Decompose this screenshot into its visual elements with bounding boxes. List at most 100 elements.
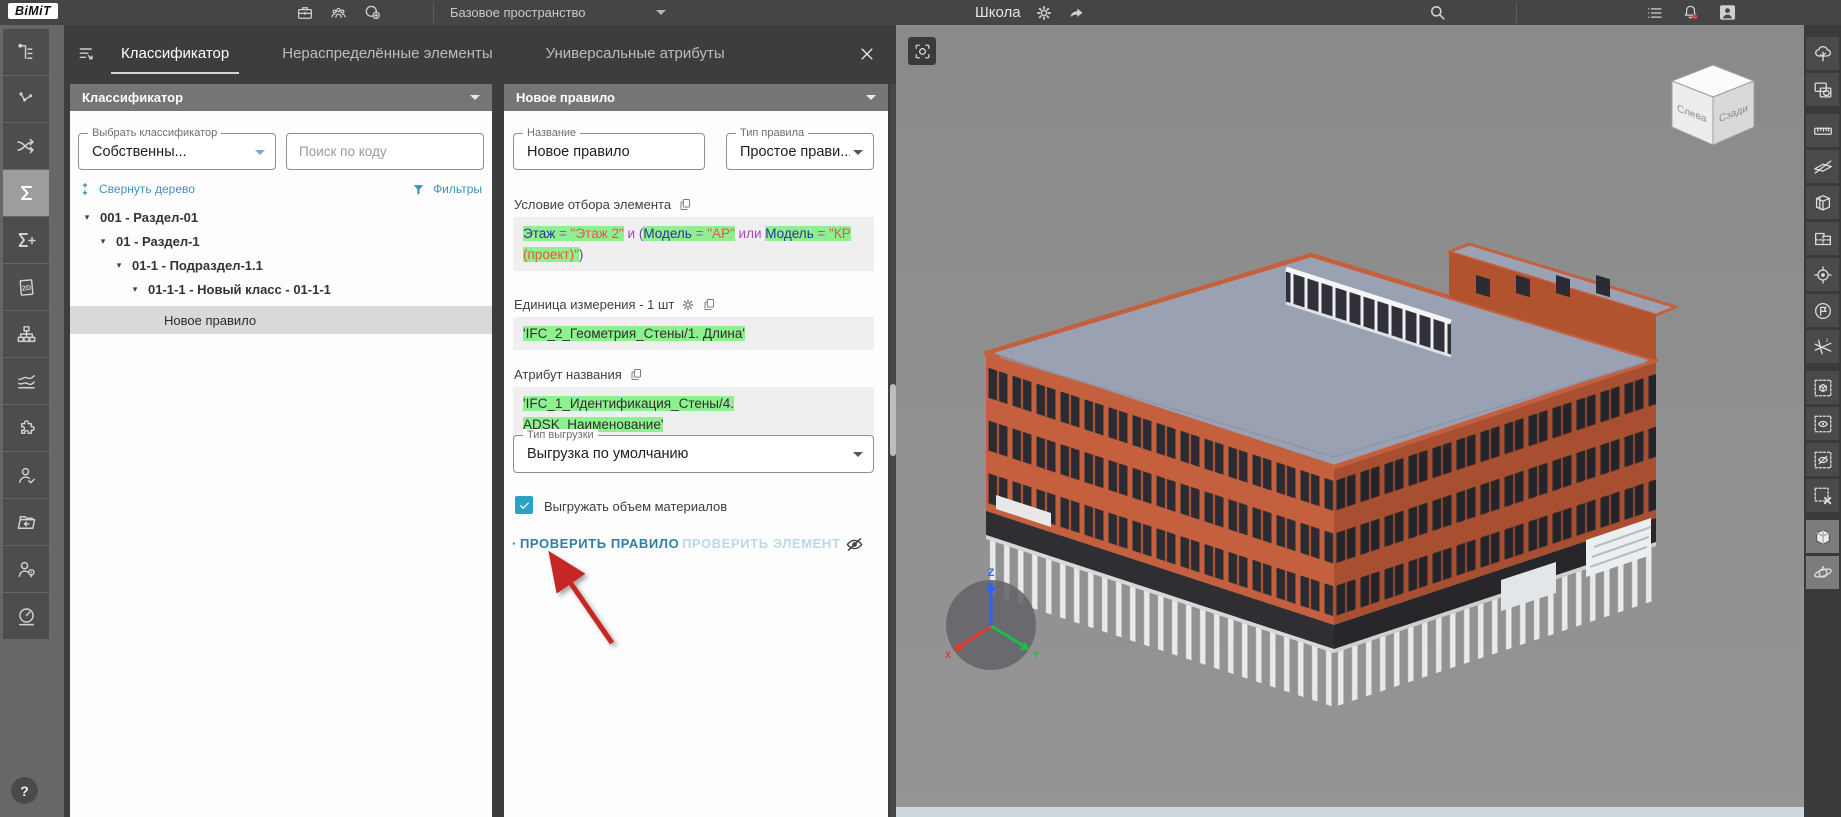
- copy-icon[interactable]: [629, 367, 644, 382]
- account-icon[interactable]: [1717, 3, 1738, 22]
- share-icon[interactable]: [1067, 4, 1086, 22]
- classifier-tree: ▾ 001 - Раздел-01 ▾ 01 - Раздел-1 ▾ 01-1 - По…: [70, 205, 492, 334]
- filters-label: Фильтры: [433, 182, 482, 196]
- check-rule-button[interactable]: ПРОВЕРИТЬ ПРАВИЛО: [512, 536, 679, 551]
- rule-panel-body: Название Новое правило Тип правила Прост…: [504, 111, 888, 817]
- folder-export-icon[interactable]: [3, 499, 49, 545]
- condition-segment-op: =: [691, 226, 708, 241]
- workspace-select[interactable]: Базовое пространство: [450, 0, 666, 25]
- tree-item[interactable]: ▾ 001 - Раздел-01: [70, 205, 492, 229]
- condition-segment-attr: Этаж: [523, 226, 556, 241]
- clear-selection-icon[interactable]: [1806, 479, 1839, 512]
- copy-icon[interactable]: [702, 297, 717, 312]
- orbit-icon[interactable]: [1806, 556, 1839, 589]
- axes-gizmo[interactable]: Z X Y: [931, 563, 1051, 683]
- classifier-panel-header[interactable]: Классификатор: [70, 84, 492, 111]
- tab-classifier[interactable]: Классификатор: [110, 39, 240, 74]
- focus-target-icon[interactable]: [1806, 258, 1839, 291]
- toggle-visibility-eye-off-icon[interactable]: [844, 534, 865, 555]
- charts-icon[interactable]: [3, 358, 49, 404]
- shuffle-icon[interactable]: [3, 123, 49, 169]
- code-search-input[interactable]: [286, 133, 484, 170]
- tree-expander-icon[interactable]: ▾: [98, 236, 108, 247]
- view-cube[interactable]: Слева Сзади: [1658, 59, 1768, 159]
- tab-universal-attributes[interactable]: Универсальные атрибуты: [544, 39, 727, 68]
- sum-add-icon[interactable]: [3, 217, 49, 263]
- environment-tree-icon[interactable]: [1806, 37, 1839, 70]
- tree-item-label: 01-1-1 - Новый класс - 01-1-1: [148, 281, 331, 297]
- filters-button[interactable]: Фильтры: [412, 182, 482, 196]
- materials-checkbox[interactable]: [515, 496, 533, 514]
- classifier-panel: Классификатор Выбрать классификатор Собс…: [70, 84, 492, 817]
- user-check-icon[interactable]: [3, 452, 49, 498]
- building-model[interactable]: [956, 195, 1736, 755]
- rule-panel-header[interactable]: Новое правило: [504, 84, 888, 111]
- solid-view-cube-icon[interactable]: [1806, 520, 1839, 553]
- export-type-select[interactable]: Тип выгрузки Выгрузка по умолчанию: [513, 429, 874, 473]
- plugins-icon[interactable]: [3, 405, 49, 451]
- condition-segment-attr: Модель: [765, 226, 814, 241]
- structure-icon[interactable]: [3, 311, 49, 357]
- top-bar-right-icons: [1645, 0, 1738, 25]
- search-icon[interactable]: [1428, 3, 1447, 22]
- menu-list-icon[interactable]: [1645, 4, 1664, 22]
- close-icon[interactable]: [858, 45, 876, 63]
- left-sidebar: 2D ?: [0, 25, 64, 817]
- condition-segment-plain: ): [578, 247, 584, 262]
- section-plane-icon[interactable]: [1806, 150, 1839, 183]
- hide-box-icon[interactable]: [1806, 443, 1839, 476]
- classifier-tree-icon[interactable]: [3, 29, 49, 75]
- top-bar-divider-2: [1516, 2, 1517, 23]
- condition-segment-op: и: [623, 226, 639, 241]
- unit-section-label: Единица измерения - 1 шт: [514, 297, 717, 312]
- rule-name-value: Новое правило: [527, 143, 630, 160]
- notifications-bell-icon[interactable]: [1681, 3, 1700, 22]
- rule-panel-title: Новое правило: [516, 90, 615, 105]
- collapse-tree-button[interactable]: Свернуть дерево: [79, 182, 195, 196]
- model-viewport[interactable]: Слева Сзади Z X Y: [896, 25, 1804, 817]
- classifier-panel-title: Классификатор: [82, 90, 184, 105]
- help-button[interactable]: ?: [11, 777, 38, 804]
- sum-icon[interactable]: [3, 170, 49, 216]
- section-box-icon[interactable]: [1806, 186, 1839, 219]
- tree-expander-icon[interactable]: ▾: [82, 212, 92, 223]
- show-box-icon[interactable]: [1806, 407, 1839, 440]
- collapse-panel-icon[interactable]: [77, 44, 97, 64]
- capture-area-icon[interactable]: [1806, 73, 1839, 106]
- dashboard-icon[interactable]: [3, 593, 49, 639]
- floor-plan-icon[interactable]: [1806, 222, 1839, 255]
- sheet-2d-icon[interactable]: 2D: [3, 264, 49, 310]
- rule-name-field[interactable]: Название Новое правило: [513, 127, 705, 170]
- tree-item-label: 01-1 - Подраздел-1.1: [132, 257, 263, 273]
- chevron-down-icon: [853, 149, 863, 155]
- marker-flag-icon[interactable]: [1806, 294, 1839, 327]
- settings-gear-icon[interactable]: [1035, 4, 1053, 22]
- team-icon[interactable]: [329, 4, 348, 22]
- check-element-button[interactable]: ПРОВЕРИТЬ ЭЛЕМЕНТ: [674, 536, 840, 551]
- measure-ruler-icon[interactable]: [1806, 114, 1839, 147]
- unit-expression[interactable]: 'IFC_2_Геометрия_Стены/1. Длина': [513, 317, 874, 350]
- condition-segment-op: или: [734, 226, 766, 241]
- svg-text:2: 2: [1825, 337, 1828, 342]
- axes-grid-icon[interactable]: 12: [1806, 330, 1839, 363]
- briefcase-icon[interactable]: [296, 4, 314, 22]
- bimit-logo[interactable]: BiMiT: [8, 3, 59, 19]
- rule-type-value: Простое прави...: [740, 143, 850, 160]
- tree-expander-icon[interactable]: ▾: [114, 260, 124, 271]
- tree-item-selected[interactable]: Новое правило: [70, 306, 492, 334]
- tree-item[interactable]: ▾ 01 - Раздел-1: [70, 229, 492, 253]
- rule-type-select[interactable]: Тип правила Простое прави...: [726, 127, 874, 170]
- isolate-box-icon[interactable]: [1806, 371, 1839, 404]
- copy-icon[interactable]: [678, 197, 693, 212]
- condition-expression[interactable]: Этаж = "Этаж 2" и (Модель = "АР" или Мод…: [513, 217, 874, 271]
- tree-expander-icon[interactable]: ▾: [130, 284, 140, 295]
- tree-item[interactable]: ▾ 01-1-1 - Новый класс - 01-1-1: [70, 277, 492, 301]
- gear-icon[interactable]: [681, 298, 695, 312]
- classifier-select[interactable]: Выбрать классификатор Собственны...: [78, 127, 276, 170]
- connections-icon[interactable]: [3, 76, 49, 122]
- user-location-icon[interactable]: [3, 546, 49, 592]
- screenshot-button[interactable]: [908, 37, 936, 65]
- tab-unallocated-elements[interactable]: Нераспределённые элементы: [280, 39, 494, 68]
- tree-item[interactable]: ▾ 01-1 - Подраздел-1.1: [70, 253, 492, 277]
- coins-icon[interactable]: [363, 3, 382, 22]
